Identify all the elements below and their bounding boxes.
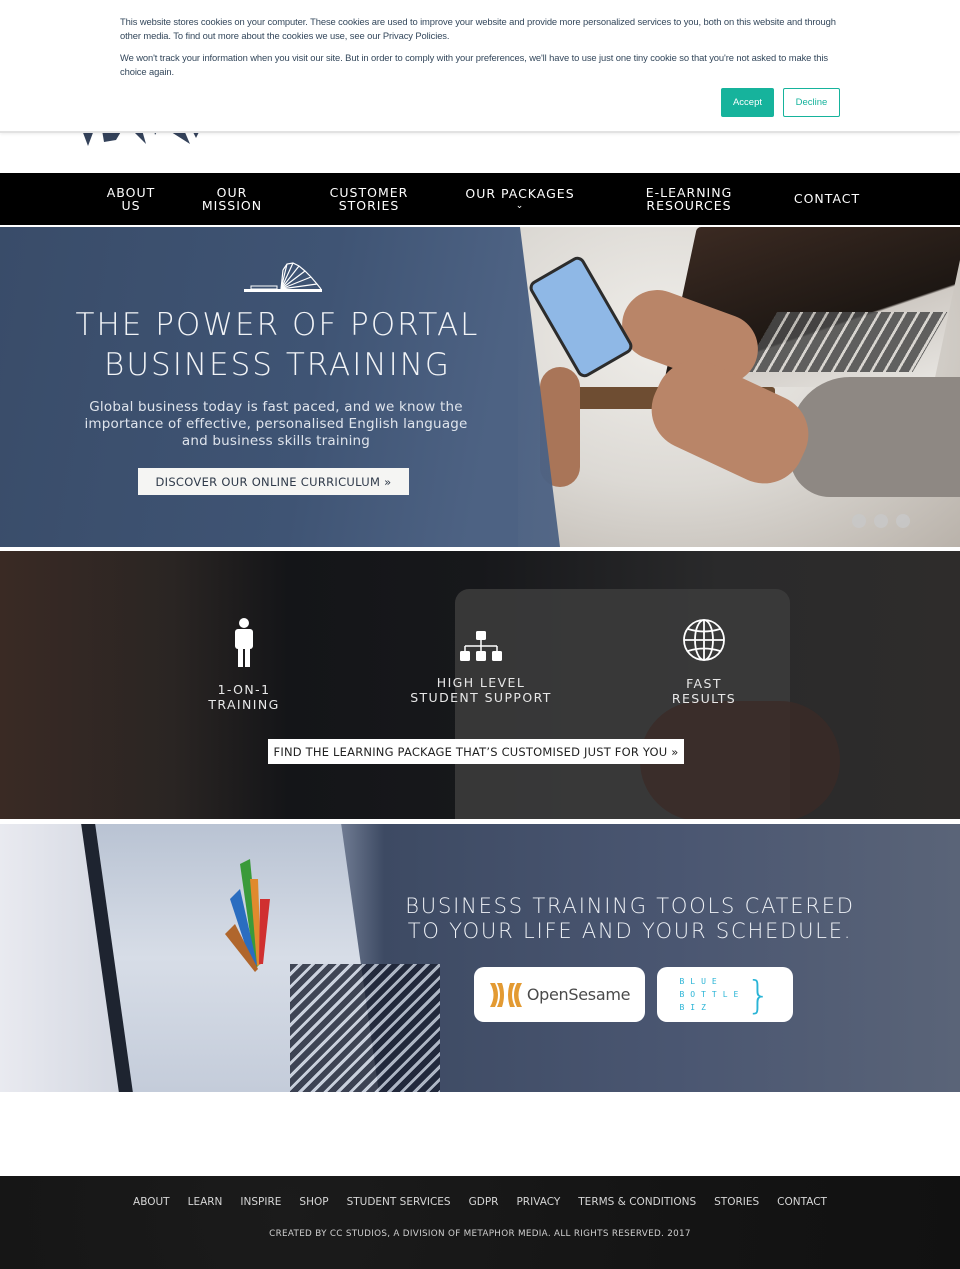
nav-item-label: OUR bbox=[216, 184, 248, 200]
hero-subtitle-line: importance of effective, personalised En… bbox=[84, 416, 468, 432]
pencil-fan-logo-graphic bbox=[225, 859, 270, 972]
opensesame-logo-icon bbox=[489, 982, 522, 1007]
nav-item-about-us[interactable]: ABOUT US bbox=[100, 173, 162, 225]
tools-section: BUSINESS TRAINING TOOLS CATERED TO YOUR … bbox=[0, 824, 960, 1092]
tools-title: TO YOUR LIFE AND YOUR SCHEDULE. bbox=[407, 919, 853, 943]
feature-label: STUDENT SUPPORT bbox=[410, 690, 552, 705]
nav-item-our-mission[interactable]: OUR MISSION bbox=[196, 173, 268, 225]
feature-label: RESULTS bbox=[671, 691, 737, 706]
slider-dot[interactable] bbox=[896, 514, 910, 528]
nav-item-contact[interactable]: CONTACT bbox=[788, 173, 866, 225]
hero-title: BUSINESS TRAINING bbox=[104, 347, 451, 383]
person-icon bbox=[235, 618, 253, 667]
nav-item-label: ABOUT bbox=[106, 184, 156, 200]
partner-name: BLUE BOTTLE BIZ bbox=[679, 975, 744, 1014]
tools-title: BUSINESS TRAINING TOOLS CATERED bbox=[405, 894, 855, 918]
footer-link-terms[interactable]: TERMS & CONDITIONS bbox=[578, 1196, 696, 1208]
cookie-text-primary: This website stores cookies on your comp… bbox=[120, 16, 836, 41]
partner-name-line: BLUE bbox=[679, 977, 723, 986]
footer-link-about[interactable]: ABOUT bbox=[133, 1196, 170, 1208]
hero-slider: THE POWER OF PORTAL BUSINESS TRAINING Gl… bbox=[0, 227, 960, 547]
hero-photo-sleeve bbox=[790, 377, 960, 497]
nav-item-e-learning-resources[interactable]: E-LEARNING RESOURCES bbox=[640, 173, 738, 225]
feature-item: HIGH LEVEL STUDENT SUPPORT bbox=[400, 631, 562, 705]
hero-subtitle-line: Global business today is fast paced, and… bbox=[89, 399, 463, 415]
site-footer: ABOUT LEARN INSPIRE SHOP STUDENT SERVICE… bbox=[0, 1176, 960, 1269]
cookie-text-secondary: We won't track your information when you… bbox=[120, 52, 828, 77]
feature-label: FAST bbox=[686, 676, 722, 691]
footer-link-learn[interactable]: LEARN bbox=[188, 1196, 223, 1208]
feature-label: 1-ON-1 bbox=[217, 682, 271, 697]
opensesame-partner-link[interactable]: OpenSesame bbox=[474, 967, 645, 1022]
hero-photo-keyboard bbox=[742, 312, 948, 372]
footer-nav: ABOUT LEARN INSPIRE SHOP STUDENT SERVICE… bbox=[0, 1196, 960, 1208]
hero-subtitle-line: and business skills training bbox=[181, 433, 371, 449]
nav-item-customer-stories[interactable]: CUSTOMER STORIES bbox=[326, 173, 412, 225]
discover-curriculum-button[interactable]: DISCOVER OUR ONLINE CURRICULUM » bbox=[138, 468, 409, 495]
main-nav: ABOUT US OUR MISSION CUSTOMER STORIES OU… bbox=[0, 173, 960, 225]
nav-item-label: US bbox=[121, 198, 141, 213]
feature-item: FAST RESULTS bbox=[654, 618, 754, 706]
accept-cookies-button[interactable]: Accept bbox=[721, 88, 774, 117]
partner-name-line: BOTTLE bbox=[679, 990, 745, 999]
nav-item-label: MISSION bbox=[201, 198, 263, 213]
site-logo[interactable] bbox=[80, 130, 210, 150]
nav-item-label: OUR PACKAGES bbox=[465, 186, 575, 202]
nav-item-our-packages[interactable]: OUR PACKAGES ⌄ bbox=[460, 173, 580, 225]
decline-cookies-button[interactable]: Decline bbox=[783, 88, 840, 117]
nav-item-label: STORIES bbox=[338, 198, 400, 213]
brace-icon: } bbox=[746, 972, 771, 1017]
open-book-laptop-icon bbox=[244, 262, 322, 292]
footer-link-student-services[interactable]: STUDENT SERVICES bbox=[347, 1196, 451, 1208]
nav-item-label: CUSTOMER bbox=[329, 184, 409, 200]
slider-dot[interactable] bbox=[852, 514, 866, 528]
footer-link-stories[interactable]: STORIES bbox=[714, 1196, 759, 1208]
slider-dot[interactable] bbox=[874, 514, 888, 528]
footer-link-gdpr[interactable]: GDPR bbox=[469, 1196, 499, 1208]
nav-item-label: E-LEARNING bbox=[645, 184, 733, 200]
slider-pagination bbox=[852, 514, 910, 528]
feature-label: HIGH LEVEL bbox=[436, 675, 526, 690]
feature-label: TRAINING bbox=[208, 697, 280, 712]
nav-item-label: RESOURCES bbox=[646, 198, 732, 213]
feature-item: 1-ON-1 TRAINING bbox=[194, 618, 294, 712]
footer-link-contact[interactable]: CONTACT bbox=[777, 1196, 827, 1208]
partner-name: OpenSesame bbox=[526, 985, 631, 1004]
copyright-text: CREATED BY CC STUDIOS, A DIVISION OF MET… bbox=[269, 1229, 691, 1239]
footer-link-shop[interactable]: SHOP bbox=[299, 1196, 328, 1208]
footer-link-inspire[interactable]: INSPIRE bbox=[240, 1196, 281, 1208]
tools-photo-keyboard bbox=[290, 964, 440, 1092]
blue-bottle-biz-partner-link[interactable]: BLUE BOTTLE BIZ } bbox=[657, 967, 793, 1022]
footer-link-privacy[interactable]: PRIVACY bbox=[516, 1196, 560, 1208]
globe-icon bbox=[683, 619, 725, 661]
org-chart-icon bbox=[460, 631, 502, 661]
chevron-down-icon: ⌄ bbox=[515, 200, 525, 211]
cookie-banner: This website stores cookies on your comp… bbox=[0, 0, 960, 133]
hero-subtitle: Global business today is fast paced, and… bbox=[0, 399, 552, 450]
features-section: 1-ON-1 TRAINING HIGH LEVEL STUDENT SUPPO… bbox=[0, 551, 960, 819]
find-learning-package-button[interactable]: FIND THE LEARNING PACKAGE THAT’S CUSTOMI… bbox=[268, 739, 684, 764]
partner-name-line: BIZ bbox=[679, 1003, 712, 1012]
nav-item-label: CONTACT bbox=[793, 191, 861, 207]
hero-title: THE POWER OF PORTAL bbox=[75, 307, 480, 343]
